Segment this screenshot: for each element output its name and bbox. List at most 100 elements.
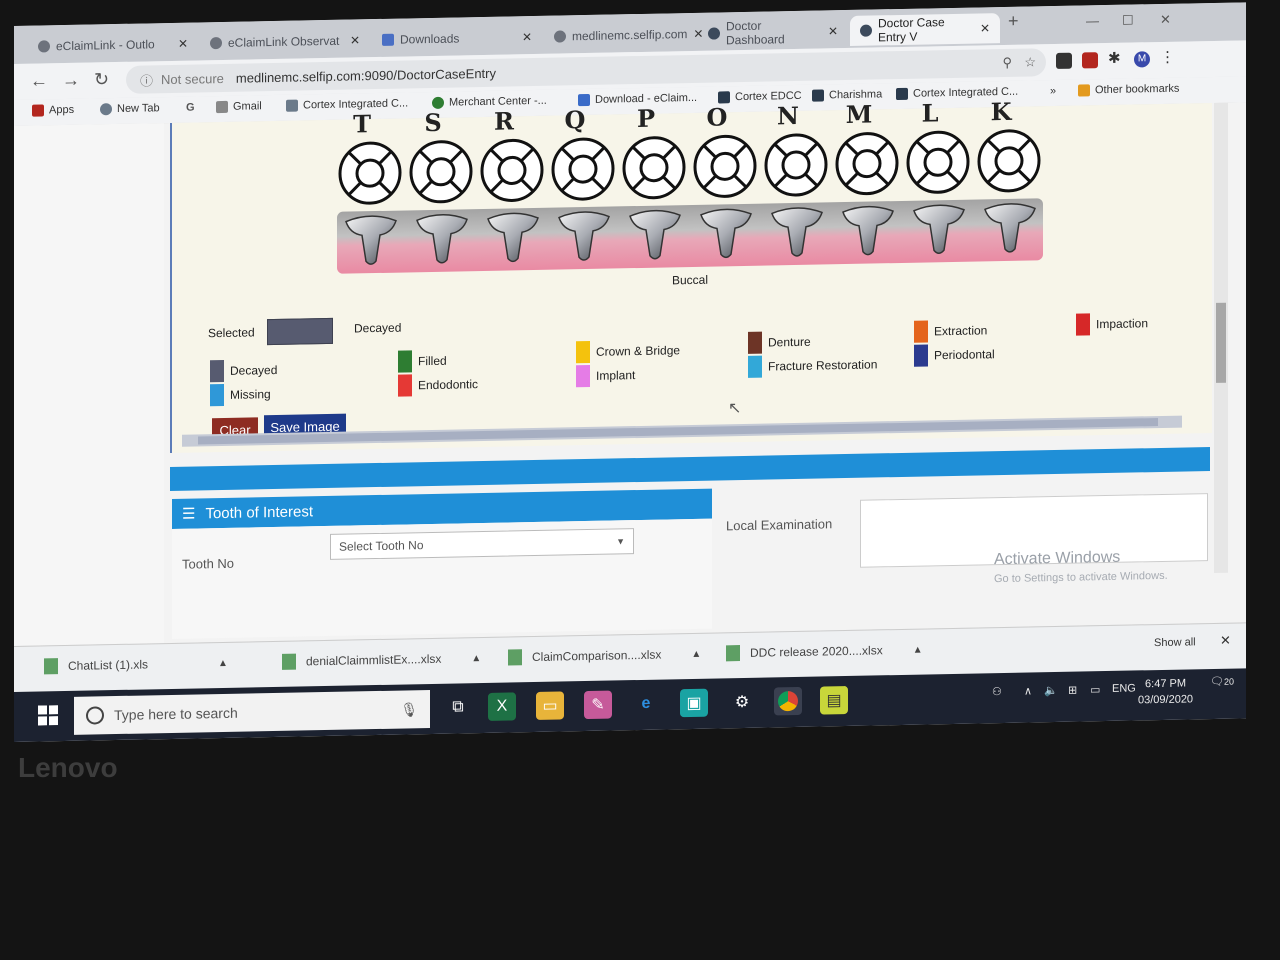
chevron-up-icon[interactable]: ▲	[218, 657, 228, 668]
taskbar-search-box[interactable]: Type here to search 🎙	[74, 690, 430, 735]
bookmark-gmail[interactable]: Gmail	[216, 100, 262, 114]
legend-endodontic[interactable]: Endodontic	[398, 373, 478, 397]
tab-medlinemc[interactable]: medlinemc.selfip.com ✕	[544, 19, 703, 52]
tooth-surface-circle[interactable]	[764, 132, 828, 197]
task-view-icon[interactable]: ⧉	[444, 693, 472, 722]
download-item[interactable]: ClaimComparison....xlsx ▲	[508, 646, 701, 666]
minimize-button[interactable]: —	[1086, 13, 1099, 28]
new-tab-button[interactable]: +	[1008, 11, 1019, 32]
google-icon[interactable]: G	[186, 102, 195, 114]
tab-eclaimlink-outlook[interactable]: eClaimLink - Outlo ✕	[28, 28, 198, 61]
tooth-icon[interactable]	[695, 204, 757, 261]
close-icon[interactable]: ✕	[980, 21, 990, 35]
volume-icon[interactable]: 🔈	[1044, 684, 1058, 697]
download-item[interactable]: denialClaimmlistEx....xlsx ▲	[282, 650, 481, 670]
legend-periodontal[interactable]: Periodontal	[914, 343, 995, 367]
mouse-pointer-icon: ↖	[728, 400, 742, 418]
tab-downloads[interactable]: Downloads ✕	[372, 22, 542, 55]
tooth-surface-circle[interactable]	[338, 141, 402, 206]
tooth-surface-circle[interactable]	[835, 131, 899, 196]
taskbar-clock[interactable]: 6:47 PM 03/09/2020	[1138, 675, 1193, 708]
close-icon[interactable]: ✕	[522, 30, 532, 44]
tooth-surface-circle[interactable]	[906, 130, 970, 195]
tooth-surface-circle[interactable]	[622, 135, 686, 200]
extension-icon[interactable]	[1082, 52, 1098, 69]
notepad-icon[interactable]: ▤	[820, 685, 848, 715]
chrome-icon[interactable]	[774, 686, 802, 716]
people-icon[interactable]: ⚇	[992, 685, 1002, 698]
zoom-icon[interactable]: ⚲	[1002, 55, 1012, 71]
microphone-icon[interactable]: 🎙	[400, 701, 418, 718]
legend-missing[interactable]: Missing	[210, 383, 271, 407]
tooth-surface-circle[interactable]	[977, 128, 1041, 193]
puzzle-icon[interactable]: ✱	[1108, 49, 1124, 67]
excel-icon[interactable]: X	[488, 692, 516, 721]
legend-denture[interactable]: Denture	[748, 331, 811, 354]
windows-start-icon[interactable]	[38, 705, 58, 726]
chevron-up-icon[interactable]: ▲	[471, 653, 481, 664]
tab-doctor-dashboard[interactable]: Doctor Dashboard ✕	[698, 16, 848, 49]
legend-filled[interactable]: Filled	[398, 350, 447, 373]
close-icon[interactable]: ✕	[178, 37, 188, 51]
chevron-up-icon[interactable]: ▲	[691, 648, 701, 659]
tooth-surface-circle[interactable]	[693, 134, 757, 199]
close-icon[interactable]: ✕	[828, 24, 838, 38]
tooth-letter: M	[845, 99, 873, 130]
close-icon[interactable]: ✕	[1220, 633, 1231, 649]
profile-avatar[interactable]: M	[1134, 51, 1150, 68]
battery-icon[interactable]: ▭	[1090, 683, 1100, 696]
download-item[interactable]: DDC release 2020....xlsx ▲	[726, 642, 923, 662]
store-icon[interactable]: ▣	[680, 688, 708, 718]
file-explorer-icon[interactable]: ▭	[536, 691, 564, 720]
tab-doctor-case-entry[interactable]: Doctor Case Entry V ✕	[850, 13, 1000, 46]
back-arrow-icon[interactable]: ←	[30, 70, 48, 91]
color-swatch	[1076, 313, 1090, 336]
bookmark-apps[interactable]: Apps	[32, 104, 74, 117]
legend-label: Crown & Bridge	[596, 343, 681, 359]
chevron-up-icon[interactable]: ∧	[1024, 684, 1032, 697]
bookmark-other[interactable]: Other bookmarks	[1078, 83, 1179, 97]
download-item[interactable]: ChatList (1).xls ▲	[44, 655, 228, 675]
paint-icon[interactable]: ✎	[584, 690, 612, 720]
maximize-button[interactable]: ☐	[1122, 13, 1134, 29]
tooth-icon[interactable]	[411, 209, 473, 266]
tooth-icon[interactable]	[837, 201, 899, 258]
star-icon[interactable]: ☆	[1024, 54, 1036, 70]
legend-extraction[interactable]: Extraction	[914, 319, 987, 343]
tooth-icon[interactable]	[553, 206, 615, 263]
tooth-icon[interactable]	[979, 198, 1041, 255]
internet-explorer-icon[interactable]: e	[632, 690, 660, 719]
notification-center-icon[interactable]: 🗨20	[1210, 675, 1234, 688]
forward-arrow-icon[interactable]: →	[62, 70, 80, 91]
tooth-icon[interactable]	[908, 200, 970, 257]
bookmark-new-tab[interactable]: New Tab	[100, 102, 160, 116]
scrollbar-thumb[interactable]	[1216, 302, 1226, 383]
tooth-icon[interactable]	[340, 211, 402, 268]
close-icon[interactable]: ✕	[350, 33, 360, 47]
tooth-icon[interactable]	[624, 205, 686, 262]
tooth-icon[interactable]	[766, 202, 828, 259]
reload-icon[interactable]: ↻	[94, 69, 109, 90]
kebab-menu-icon[interactable]: ⋮	[1160, 48, 1176, 66]
show-all-link[interactable]: Show all	[1154, 636, 1196, 649]
tooth-icon[interactable]	[482, 208, 544, 265]
legend-impaction[interactable]: Impaction	[1076, 312, 1148, 336]
tab-eclaimlink-observation[interactable]: eClaimLink Observat ✕	[200, 25, 370, 58]
tooth-surface-circle[interactable]	[409, 139, 473, 204]
activate-windows-subtitle: Go to Settings to activate Windows.	[994, 569, 1168, 586]
legend-decayed[interactable]: Decayed	[210, 359, 277, 383]
bookmark-label: Gmail	[233, 100, 262, 113]
window-close-button[interactable]: ✕	[1160, 12, 1171, 28]
language-indicator[interactable]: ENG	[1112, 682, 1136, 694]
chevron-up-icon[interactable]: ▲	[913, 644, 923, 655]
tooth-surface-circle[interactable]	[480, 138, 544, 203]
legend-fracture-restoration[interactable]: Fracture Restoration	[748, 353, 877, 378]
legend-crown-bridge[interactable]: Crown & Bridge	[576, 339, 681, 364]
tooth-surface-circle[interactable]	[551, 136, 615, 201]
legend-implant[interactable]: Implant	[576, 364, 635, 388]
network-icon[interactable]: ⊞	[1068, 684, 1077, 697]
download-name: DDC release 2020....xlsx	[750, 643, 883, 660]
extension-icon[interactable]	[1056, 52, 1072, 69]
vertical-scrollbar[interactable]	[1214, 102, 1228, 573]
settings-gear-icon[interactable]: ⚙	[728, 688, 756, 717]
